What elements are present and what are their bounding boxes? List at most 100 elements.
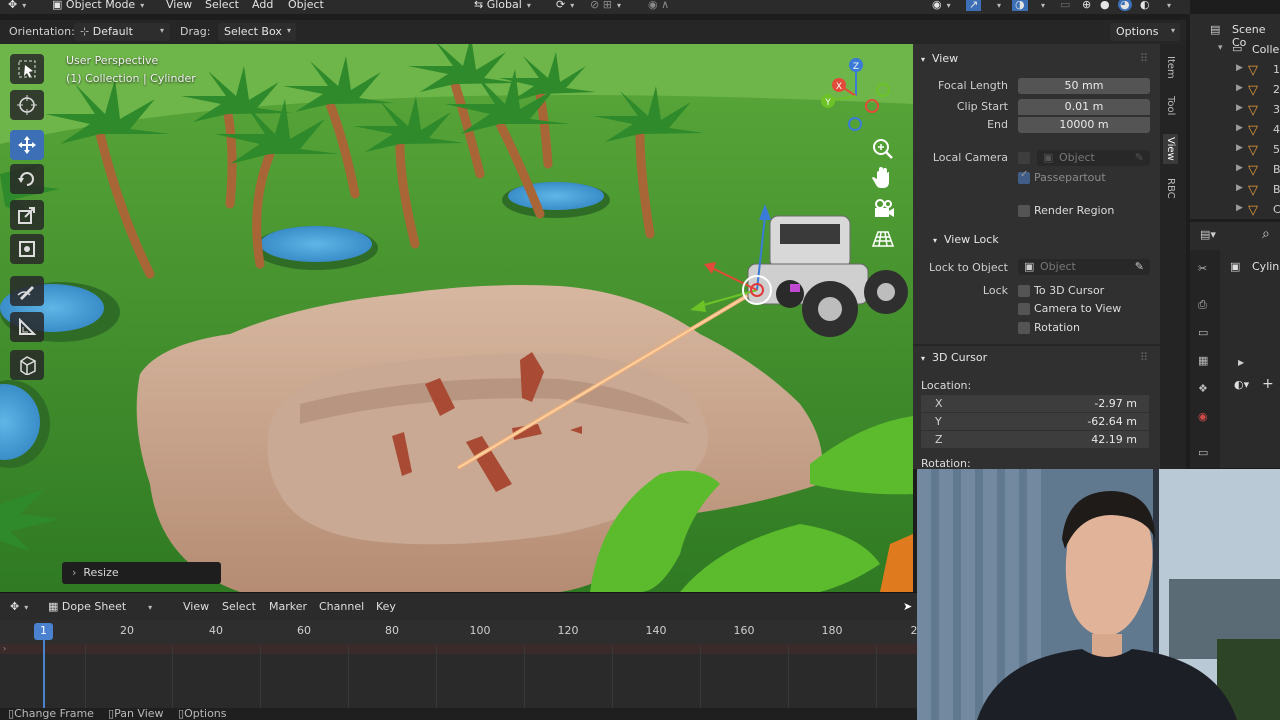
editor-type-icon[interactable]: ✥ ▾ xyxy=(10,600,28,613)
outliner-item-row[interactable]: ▶ ▽ 2 xyxy=(1190,80,1280,100)
summary-channel[interactable] xyxy=(0,644,917,654)
chevron-down-icon: ▾ xyxy=(921,55,926,64)
3d-viewport[interactable]: User Perspective (1) Collection | Cylind… xyxy=(0,44,913,592)
scale-tool[interactable] xyxy=(10,200,44,230)
drag-handle-icon[interactable]: ⠿ xyxy=(1140,52,1148,65)
3d-cursor-header[interactable]: ▾ 3D Cursor xyxy=(921,351,987,364)
camera-view-button[interactable] xyxy=(870,196,896,222)
outliner-item-row[interactable]: ▶ ▽ B xyxy=(1190,160,1280,180)
select-box-tool[interactable] xyxy=(10,54,44,84)
tab-rbc[interactable]: RBC xyxy=(1165,178,1176,199)
outliner-item-row[interactable]: ▶ ▽ C xyxy=(1190,200,1280,219)
drag-handle-icon[interactable]: ⠿ xyxy=(1140,351,1148,364)
outliner-item-row[interactable]: ▶ ▽ 5 xyxy=(1190,140,1280,160)
proportional-edit-icon[interactable]: ◉ ∧ xyxy=(648,0,669,11)
dope-menu-view[interactable]: View xyxy=(183,600,209,613)
passepartout-checkbox[interactable]: ✓ xyxy=(1018,169,1030,184)
camera-to-view-checkbox[interactable] xyxy=(1018,303,1030,315)
clip-start-field[interactable]: 0.01 m xyxy=(1018,99,1150,115)
world-icon[interactable]: ◉ xyxy=(1198,410,1208,423)
menu-object[interactable]: Object xyxy=(288,0,324,11)
orientation-dropdown[interactable]: ⊹ Default ▾ xyxy=(74,23,170,41)
solid-shading-icon[interactable]: ● xyxy=(1100,0,1110,11)
outliner-collection-row[interactable]: ▾ ▭ Colle xyxy=(1190,40,1280,60)
menu-view[interactable]: View xyxy=(166,0,192,11)
cursor-tool[interactable] xyxy=(10,90,44,120)
visibility-icon[interactable]: ◉ ▾ xyxy=(932,0,951,11)
output-icon[interactable]: ▭ xyxy=(1198,326,1208,339)
zoom-button[interactable] xyxy=(870,136,896,162)
tab-item[interactable]: Item xyxy=(1165,56,1176,79)
outliner-item-row[interactable]: ▶ ▽ 4 xyxy=(1190,120,1280,140)
options-dropdown[interactable]: Options ▾ xyxy=(1110,23,1180,41)
rendered-shading-icon[interactable]: ◐ xyxy=(1140,0,1150,11)
scene-icon[interactable]: ❖ xyxy=(1198,382,1208,395)
overlays-dropdown-icon[interactable]: ▾ xyxy=(1036,0,1045,11)
object-mode-dropdown[interactable]: ▣ Object Mode ▾ xyxy=(52,0,144,11)
cursor-z-field[interactable]: Z 42.19 m xyxy=(921,431,1149,448)
add-cube-tool[interactable] xyxy=(10,350,44,380)
menu-add[interactable]: Add xyxy=(252,0,273,11)
move-tool[interactable] xyxy=(10,130,44,160)
ortho-toggle-button[interactable] xyxy=(870,226,896,252)
material-preview-icon[interactable]: ◐▾ xyxy=(1234,378,1249,391)
current-frame-indicator[interactable]: 1 xyxy=(34,623,53,640)
dope-menu-channel[interactable]: Channel xyxy=(319,600,364,613)
material-shading-icon[interactable]: ◕ xyxy=(1118,0,1132,11)
collection-properties-icon[interactable]: ▭ xyxy=(1198,446,1208,459)
cursor-y-field[interactable]: Y -62.64 m xyxy=(921,413,1149,430)
add-icon[interactable]: + xyxy=(1262,376,1274,392)
tab-tool[interactable]: Tool xyxy=(1165,96,1176,115)
cursor-x-field[interactable]: X -2.97 m xyxy=(921,395,1149,412)
measure-tool[interactable] xyxy=(10,312,44,342)
xray-icon[interactable]: ▭ xyxy=(1060,0,1070,11)
outliner-item-row[interactable]: ▶ ▽ 3 xyxy=(1190,100,1280,120)
focal-length-field[interactable]: 50 mm xyxy=(1018,78,1150,94)
rotation-lock-checkbox[interactable] xyxy=(1018,322,1030,334)
drag-dropdown[interactable]: Select Box ▾ xyxy=(218,23,296,41)
dope-menu-select[interactable]: Select xyxy=(222,600,256,613)
to-3d-cursor-checkbox[interactable] xyxy=(1018,285,1030,297)
transform-tool[interactable] xyxy=(10,234,44,264)
local-camera-field[interactable]: ▣ Object ✎ xyxy=(1037,150,1150,166)
gizmo-x-label: X xyxy=(836,82,842,92)
snap-icon[interactable]: ⊘ ⊞ ▾ xyxy=(590,0,621,11)
view-lock-header[interactable]: ▾ View Lock xyxy=(933,233,999,246)
last-operator-panel[interactable]: › Resize xyxy=(62,562,221,584)
pivot-point-icon[interactable]: ⟳ ▾ xyxy=(556,0,574,11)
lock-to-object-field[interactable]: ▣ Object ✎ xyxy=(1018,259,1150,275)
editor-type-icon[interactable]: ▤▾ xyxy=(1200,228,1216,241)
tab-view[interactable]: View xyxy=(1163,134,1178,164)
menu-select[interactable]: Select xyxy=(205,0,239,11)
outliner-scene-row[interactable]: ▤ Scene Co xyxy=(1190,20,1280,49)
annotate-tool[interactable] xyxy=(10,276,44,306)
outliner-item-row[interactable]: ▶ ▽ B xyxy=(1190,180,1280,200)
frame-ruler[interactable]: 20 40 60 80 100 120 140 160 180 2 xyxy=(0,620,917,644)
search-icon[interactable]: ⌕ xyxy=(1262,226,1270,242)
pan-button[interactable] xyxy=(870,166,896,192)
dope-menu-key[interactable]: Key xyxy=(376,600,396,613)
gizmo-toggle-icon[interactable]: ↗ xyxy=(966,0,982,11)
rotate-tool[interactable] xyxy=(10,164,44,194)
outliner-item-row[interactable]: ▶ ▽ 1 xyxy=(1190,60,1280,80)
chevron-down-icon: ▾ xyxy=(1170,26,1175,35)
view-section-header[interactable]: ▾ View xyxy=(921,52,958,65)
transform-orientation-dropdown[interactable]: ⇆ Global ▾ xyxy=(474,0,531,11)
shading-dropdown-icon[interactable]: ▾ xyxy=(1162,0,1171,11)
wireframe-shading-icon[interactable]: ⊕ xyxy=(1082,0,1091,11)
navigation-gizmo[interactable]: Z X Y xyxy=(816,56,896,136)
dope-menu-marker[interactable]: Marker xyxy=(269,600,307,613)
clip-end-label: End xyxy=(987,118,1008,131)
view-layer-icon[interactable]: ▦ xyxy=(1198,354,1208,367)
render-icon[interactable]: ⎙ xyxy=(1198,298,1207,312)
render-region-checkbox[interactable] xyxy=(1018,205,1030,217)
tool-settings-icon[interactable]: ✂ xyxy=(1198,262,1207,275)
grid-line xyxy=(348,644,349,718)
editor-type-icon[interactable]: ✥ ▾ xyxy=(8,0,26,11)
overlays-icon[interactable]: ◑ xyxy=(1012,0,1028,11)
cursor-arrow-icon[interactable]: ➤ xyxy=(903,600,912,613)
clip-end-field[interactable]: 10000 m xyxy=(1018,117,1150,133)
gizmo-dropdown-icon[interactable]: ▾ xyxy=(992,0,1001,11)
dope-sheet-mode-dropdown[interactable]: ▦ Dope Sheet ▾ xyxy=(48,600,152,613)
local-camera-checkbox[interactable] xyxy=(1018,152,1030,164)
